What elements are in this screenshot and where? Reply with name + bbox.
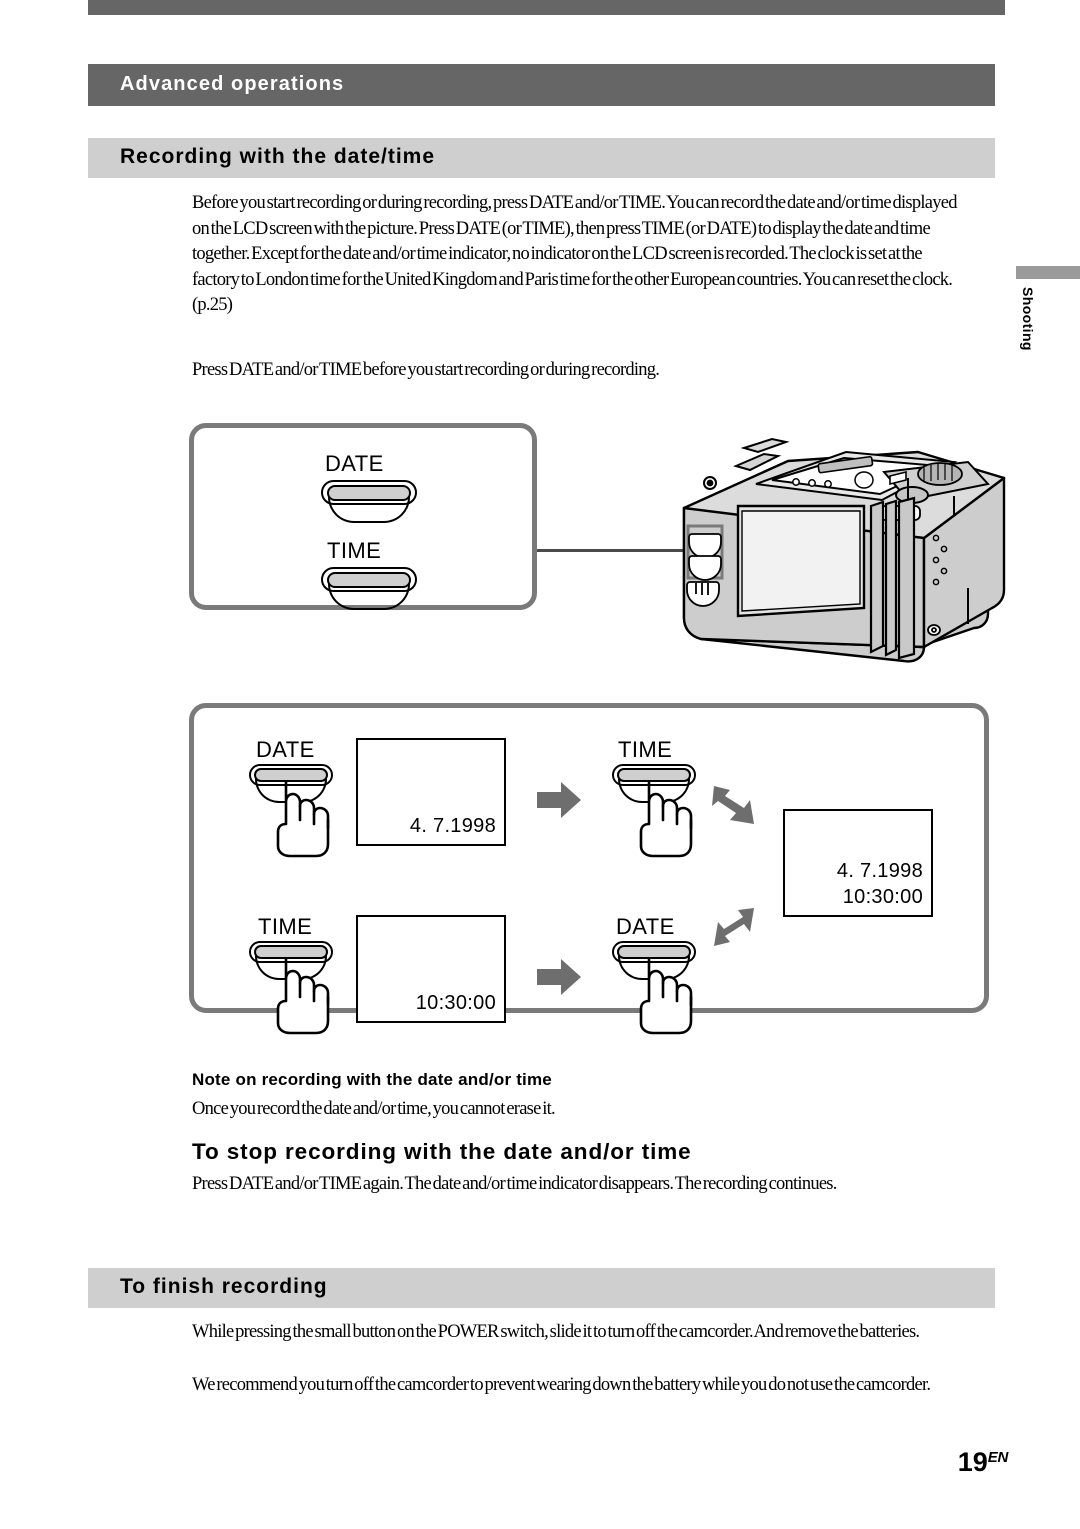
finish-recording-body-1: While pressing the small button on the P… [192,1322,920,1342]
top-rule [88,0,1005,15]
flow-row1-lcd-screen: 4. 7.1998 [356,738,506,846]
pointing-hand-icon [637,778,703,858]
finish-recording-body-2: We recommend you turn off the camcorder … [192,1375,931,1395]
lcd-readout-time: 10:30:00 [415,992,496,1014]
flow-row2-button-caption-date: DATE [616,914,675,939]
page-number: 19EN [957,1447,1009,1478]
button-caption-time: TIME [327,538,382,563]
arrow-down-right-icon [710,784,758,824]
pointing-hand-icon [637,955,703,1035]
flow-result-lcd-screen: 4. 7.1998 10:30:00 [783,809,933,917]
arrow-up-right-icon [710,904,758,946]
page-number-suffix: EN [987,1449,1009,1466]
flow-row1-button-caption-time: TIME [618,737,673,762]
stop-recording-heading: To stop recording with the date and/or t… [192,1139,692,1164]
lcd-readout-result-date: 4. 7.1998 [836,860,923,882]
stop-recording-body: Press DATE and/or TIME again. The date a… [192,1174,837,1194]
figure-flow-panel: DATE 4. 7.1998 TIME 4. 7.1998 10:30:00 T… [189,703,989,1035]
figure-button-panel: DATE TIME [189,423,537,610]
section-heading-label: To finish recording [120,1275,328,1298]
paragraph-intro: Before you start recording or during rec… [192,193,957,315]
lcd-readout-result-time: 10:30:00 [842,886,923,908]
section-heading-finish-recording: To finish recording [88,1268,995,1308]
chapter-band: Advanced operations [88,64,995,106]
flow-row2-button-caption-time: TIME [258,914,313,939]
section-heading-recording-datetime: Recording with the date/time [88,138,995,178]
note-body: Once you record the date and/or time, yo… [192,1099,556,1119]
lcd-readout-date: 4. 7.1998 [409,815,496,837]
arrow-right-icon-row2 [535,957,583,997]
camcorder-illustration [668,418,1008,666]
pointing-hand-icon [274,778,340,858]
note-heading: Note on recording with the date and/or t… [192,1070,552,1089]
chapter-title: Advanced operations [120,73,345,95]
button-caption-date: DATE [325,451,384,476]
pointing-hand-icon [274,955,340,1035]
flow-row1-button-caption-date: DATE [256,737,315,762]
page-number-value: 19 [957,1447,988,1477]
time-button-graphic[interactable] [321,567,417,615]
button-skirt [328,497,410,523]
side-tab-label: Shooting [1020,287,1036,351]
date-button-graphic[interactable] [321,480,417,528]
arrow-right-icon-row1 [535,780,583,820]
button-skirt [328,584,410,610]
section-heading-label: Recording with the date/time [120,145,436,168]
side-tab-bar [1016,266,1080,279]
flow-row2-lcd-screen: 10:30:00 [356,915,506,1023]
paragraph-press-instruction: Press DATE and/or TIME before you start … [192,360,660,380]
